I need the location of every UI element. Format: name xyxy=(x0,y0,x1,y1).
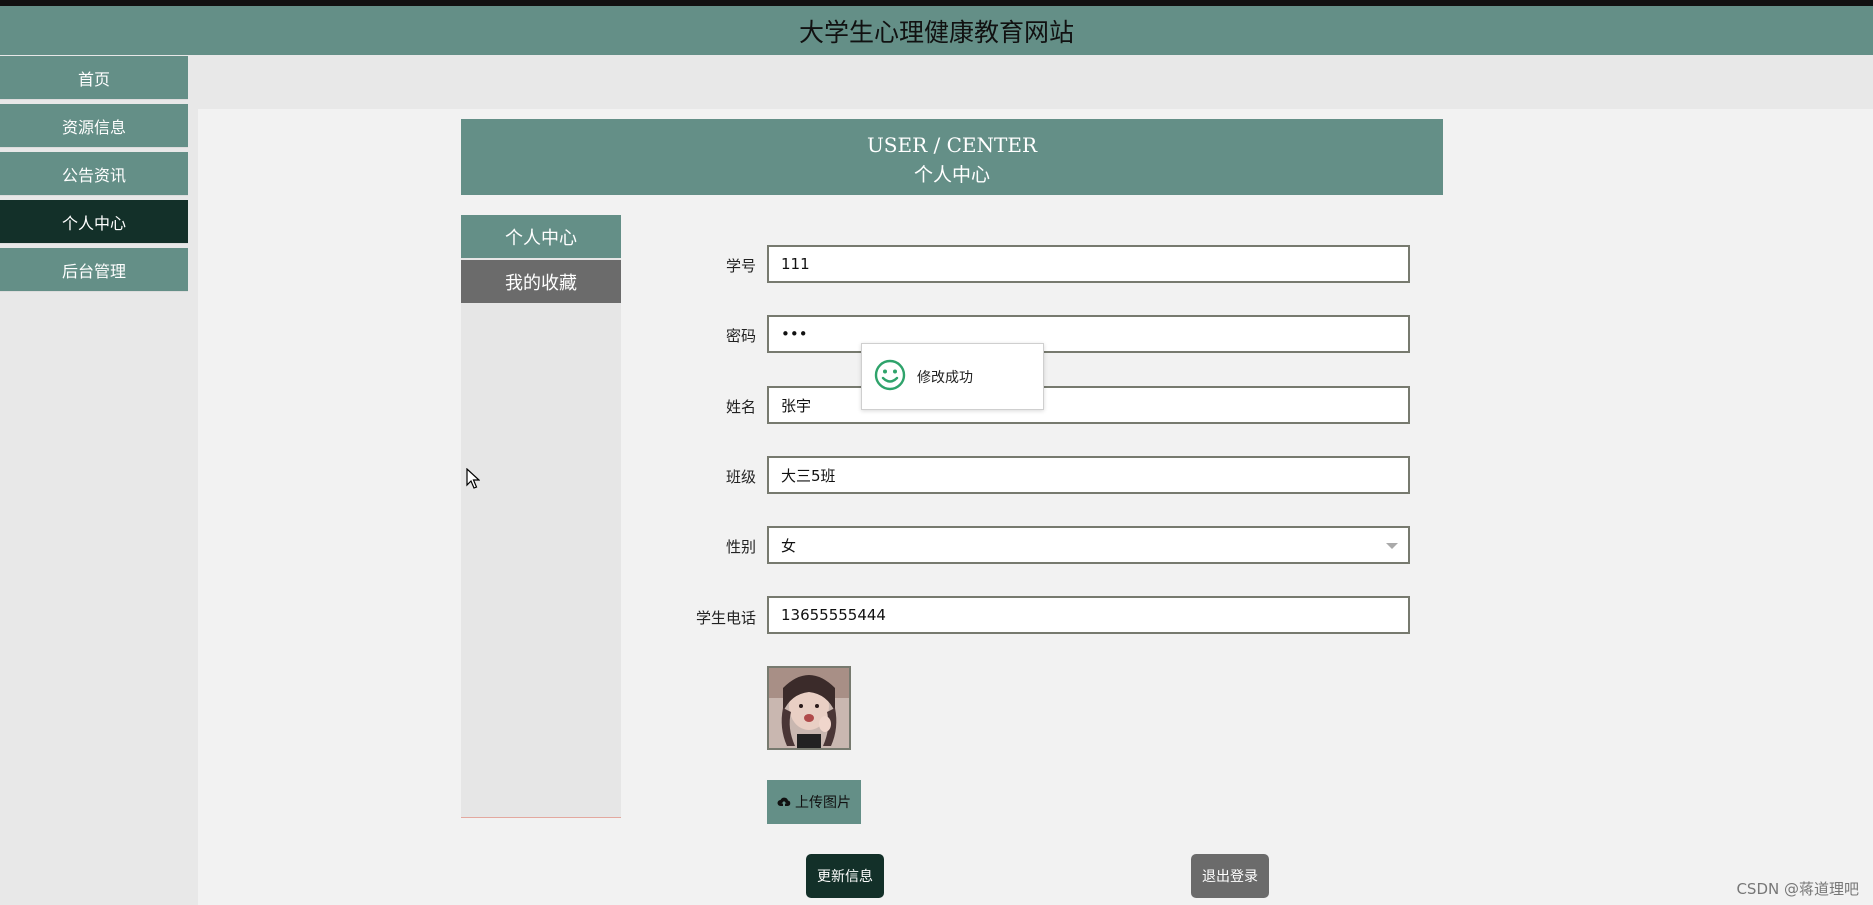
nav-label: 后台管理 xyxy=(61,261,126,281)
student-id-input[interactable]: 111 xyxy=(767,245,1410,283)
tab-user-center[interactable]: 个人中心 xyxy=(461,215,621,258)
avatar-image xyxy=(767,666,851,750)
gender-select[interactable]: 女 xyxy=(767,526,1410,564)
logout-label: 退出登录 xyxy=(1202,869,1258,885)
smile-icon xyxy=(874,359,906,391)
banner-title-en: USER / CENTER xyxy=(866,133,1038,157)
gender-label: 性别 xyxy=(725,538,756,556)
phone-input[interactable]: 13655555444 xyxy=(767,596,1410,634)
name-value: 张宇 xyxy=(781,396,812,415)
nav-item-admin[interactable]: 后台管理 xyxy=(0,248,188,292)
gender-value: 女 xyxy=(781,536,797,555)
update-label: 更新信息 xyxy=(817,869,873,885)
class-label: 班级 xyxy=(725,468,756,486)
nav-label: 公告资讯 xyxy=(61,165,126,185)
toast-message: 修改成功 xyxy=(917,370,973,386)
sidebar-nav: 首页 资源信息 公告资讯 个人中心 后台管理 xyxy=(0,55,198,905)
cloud-upload-icon xyxy=(777,797,791,806)
nav-label: 首页 xyxy=(77,69,110,89)
nav-item-home[interactable]: 首页 xyxy=(0,56,188,100)
password-label: 密码 xyxy=(725,327,756,345)
class-input[interactable]: 大三5班 xyxy=(767,456,1410,494)
user-center-side-panel: 个人中心 我的收藏 xyxy=(461,215,621,818)
nav-item-user-center[interactable]: 个人中心 xyxy=(0,200,188,244)
nav-label: 个人中心 xyxy=(61,213,126,233)
chevron-down-icon xyxy=(1386,543,1398,549)
success-toast: 修改成功 xyxy=(861,343,1044,410)
phone-value: 13655555444 xyxy=(781,606,886,624)
logout-button[interactable]: 退出登录 xyxy=(1191,854,1269,898)
mouse-cursor-icon xyxy=(466,468,480,489)
phone-label: 学生电话 xyxy=(695,609,756,627)
student-id-label: 学号 xyxy=(725,257,756,275)
student-id-value: 111 xyxy=(781,255,810,273)
nav-item-announcements[interactable]: 公告资讯 xyxy=(0,152,188,196)
watermark: CSDN @蒋道理吧 xyxy=(1736,880,1859,898)
update-info-button[interactable]: 更新信息 xyxy=(806,854,884,898)
nav-item-resources[interactable]: 资源信息 xyxy=(0,104,188,148)
password-value: ••• xyxy=(781,325,808,343)
class-value: 大三5班 xyxy=(781,466,836,485)
banner-title-zh: 个人中心 xyxy=(913,164,990,186)
user-center-banner: USER / CENTER 个人中心 xyxy=(461,119,1443,195)
sub-header-bar xyxy=(0,55,1873,109)
site-header: 大学生心理健康教育网站 xyxy=(0,6,1873,55)
name-label: 姓名 xyxy=(725,398,756,416)
nav-label: 资源信息 xyxy=(61,117,126,137)
site-title: 大学生心理健康教育网站 xyxy=(798,17,1074,47)
avatar-illustration xyxy=(769,668,849,748)
upload-image-button[interactable]: 上传图片 xyxy=(767,780,861,824)
tab-my-favorites[interactable]: 我的收藏 xyxy=(461,260,621,303)
upload-label: 上传图片 xyxy=(795,795,851,811)
